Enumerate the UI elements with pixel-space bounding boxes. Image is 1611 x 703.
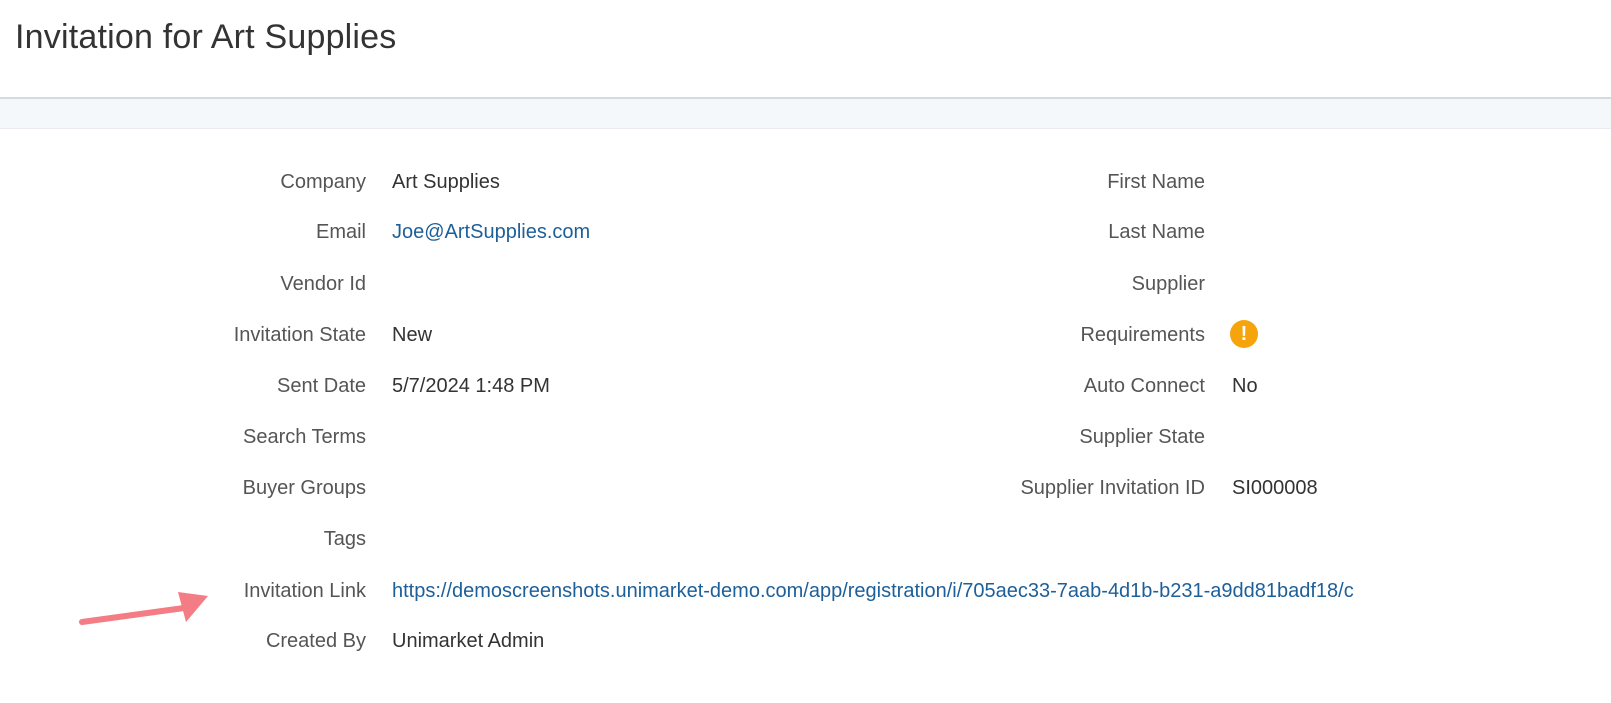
sent-date-value: 5/7/2024 1:48 PM	[392, 375, 550, 397]
supplier-invitation-id-value: SI000008	[1232, 477, 1318, 499]
invitation-state-value: New	[392, 324, 433, 346]
email-label: Email	[315, 221, 366, 243]
supplier-label: Supplier	[1131, 273, 1205, 295]
auto-connect-value: No	[1232, 375, 1258, 397]
invitation-link[interactable]: https://demoscreenshots.unimarket-demo.c…	[392, 576, 1354, 606]
sent-date-label: Sent Date	[277, 375, 366, 397]
page-header: Invitation for Art Supplies	[0, 0, 1611, 99]
created-by-value: Unimarket Admin	[392, 630, 545, 652]
company-label: Company	[280, 171, 366, 193]
vendor-id-label: Vendor Id	[280, 273, 366, 295]
company-value: Art Supplies	[392, 171, 500, 193]
tags-label: Tags	[323, 528, 366, 550]
page-title: Invitation for Art Supplies	[15, 18, 397, 56]
auto-connect-label: Auto Connect	[1083, 375, 1205, 397]
requirements-label: Requirements	[1080, 324, 1205, 346]
first-name-label: First Name	[1107, 171, 1205, 193]
toolbar-band	[0, 99, 1611, 129]
supplier-state-label: Supplier State	[1079, 426, 1205, 448]
invitation-state-label: Invitation State	[233, 324, 366, 346]
search-terms-label: Search Terms	[242, 426, 366, 448]
last-name-label: Last Name	[1108, 221, 1205, 243]
supplier-invitation-id-label: Supplier Invitation ID	[1020, 477, 1205, 499]
warning-exclamation-icon[interactable]: !	[1230, 320, 1258, 348]
buyer-groups-label: Buyer Groups	[242, 477, 366, 499]
pointer-arrow-icon	[79, 592, 208, 625]
email-link[interactable]: Joe@ArtSupplies.com	[392, 217, 590, 247]
